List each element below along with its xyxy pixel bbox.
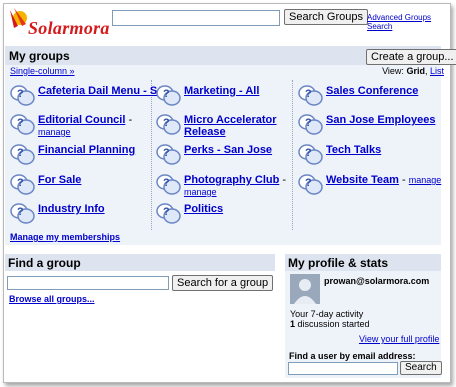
view-label: View: bbox=[382, 66, 404, 76]
group-link[interactable]: Industry Info bbox=[38, 203, 105, 215]
person-icon bbox=[290, 274, 320, 304]
discussion-icon: ? bbox=[156, 85, 181, 106]
group-link[interactable]: Editorial Council bbox=[38, 114, 125, 126]
discussion-icon: ? bbox=[298, 144, 323, 165]
logo-text: Solarmora bbox=[28, 18, 110, 38]
group-link[interactable]: Perks - San Jose bbox=[184, 144, 272, 156]
group-link[interactable]: For Sale bbox=[38, 174, 81, 186]
activity-stat: 1 discussion started bbox=[290, 319, 370, 329]
group-link[interactable]: San Jose Employees bbox=[326, 114, 435, 126]
group-link[interactable]: Micro Accelerator Release bbox=[184, 114, 277, 138]
svg-text:?: ? bbox=[305, 147, 312, 159]
find-user-label: Find a user by email address: bbox=[289, 351, 416, 361]
discussion-count: 1 bbox=[290, 319, 296, 329]
group-link[interactable]: Cafeteria Dail Menu - SJ bbox=[38, 85, 163, 97]
svg-text:?: ? bbox=[163, 206, 170, 218]
view-list-link[interactable]: List bbox=[430, 66, 444, 76]
svg-text:?: ? bbox=[163, 88, 170, 100]
svg-text:?: ? bbox=[17, 88, 24, 100]
create-group-button[interactable]: Create a group... bbox=[366, 49, 456, 65]
groups-search-input[interactable] bbox=[112, 10, 280, 26]
svg-text:?: ? bbox=[17, 147, 24, 159]
discussion-icon: ? bbox=[10, 114, 35, 135]
discussion-icon: ? bbox=[298, 174, 323, 195]
manage-memberships-link[interactable]: Manage my memberships bbox=[10, 232, 120, 242]
svg-text:?: ? bbox=[305, 117, 312, 129]
find-user-search-button[interactable]: Search bbox=[400, 361, 442, 375]
discussion-icon: ? bbox=[298, 114, 323, 135]
svg-text:?: ? bbox=[163, 117, 170, 129]
view-grid-current: Grid bbox=[406, 66, 425, 76]
discussion-icon: ? bbox=[10, 203, 35, 224]
avatar[interactable] bbox=[290, 274, 320, 304]
svg-text:?: ? bbox=[17, 177, 24, 189]
browse-all-groups-link[interactable]: Browse all groups... bbox=[9, 294, 95, 304]
search-groups-button[interactable]: Search Groups bbox=[284, 9, 368, 25]
column-divider bbox=[292, 80, 293, 230]
group-link[interactable]: Photography Club bbox=[184, 174, 279, 186]
find-user-email-input[interactable] bbox=[288, 362, 398, 375]
column-divider bbox=[151, 80, 152, 230]
manage-link[interactable]: manage bbox=[184, 187, 217, 197]
view-full-profile-link[interactable]: View your full profile bbox=[359, 334, 439, 344]
find-group-header: Find a group bbox=[5, 254, 275, 271]
search-for-group-button[interactable]: Search for a group bbox=[172, 275, 274, 291]
discussion-icon: ? bbox=[156, 114, 181, 135]
svg-text:?: ? bbox=[163, 177, 170, 189]
svg-text:?: ? bbox=[305, 88, 312, 100]
discussion-icon: ? bbox=[156, 203, 181, 224]
discussion-icon: ? bbox=[156, 174, 181, 195]
discussion-icon: ? bbox=[156, 144, 181, 165]
group-link[interactable]: Financial Planning bbox=[38, 144, 135, 156]
advanced-groups-search-link[interactable]: Advanced Groups Search bbox=[367, 13, 456, 31]
group-link[interactable]: Politics bbox=[184, 203, 223, 215]
view-toggle: View: Grid, List bbox=[382, 66, 444, 76]
svg-text:?: ? bbox=[163, 147, 170, 159]
group-link[interactable]: Website Team bbox=[326, 174, 399, 186]
discussion-icon: ? bbox=[10, 174, 35, 195]
discussion-icon: ? bbox=[298, 85, 323, 106]
discussion-text: discussion started bbox=[297, 319, 370, 329]
single-column-link[interactable]: Single-column » bbox=[10, 66, 75, 76]
my-groups-title: My groups bbox=[9, 49, 70, 63]
discussion-icon: ? bbox=[10, 85, 35, 106]
find-group-input[interactable] bbox=[7, 276, 169, 290]
discussion-icon: ? bbox=[10, 144, 35, 165]
svg-text:?: ? bbox=[17, 206, 24, 218]
solarmora-logo[interactable]: Solarmora bbox=[6, 6, 109, 44]
svg-text:?: ? bbox=[17, 117, 24, 129]
manage-link[interactable]: manage bbox=[409, 175, 442, 185]
view-separator: , bbox=[424, 66, 428, 76]
activity-label: Your 7-day activity bbox=[290, 309, 364, 319]
profile-title: My profile & stats bbox=[288, 256, 389, 270]
group-link[interactable]: Sales Conference bbox=[326, 85, 418, 97]
group-link[interactable]: Tech Talks bbox=[326, 144, 381, 156]
manage-link[interactable]: manage bbox=[38, 127, 71, 137]
profile-email: prowan@solarmora.com bbox=[324, 276, 430, 286]
find-group-title: Find a group bbox=[8, 256, 81, 270]
profile-header: My profile & stats bbox=[285, 254, 441, 271]
group-link[interactable]: Marketing - All bbox=[184, 85, 259, 97]
svg-text:?: ? bbox=[305, 177, 312, 189]
